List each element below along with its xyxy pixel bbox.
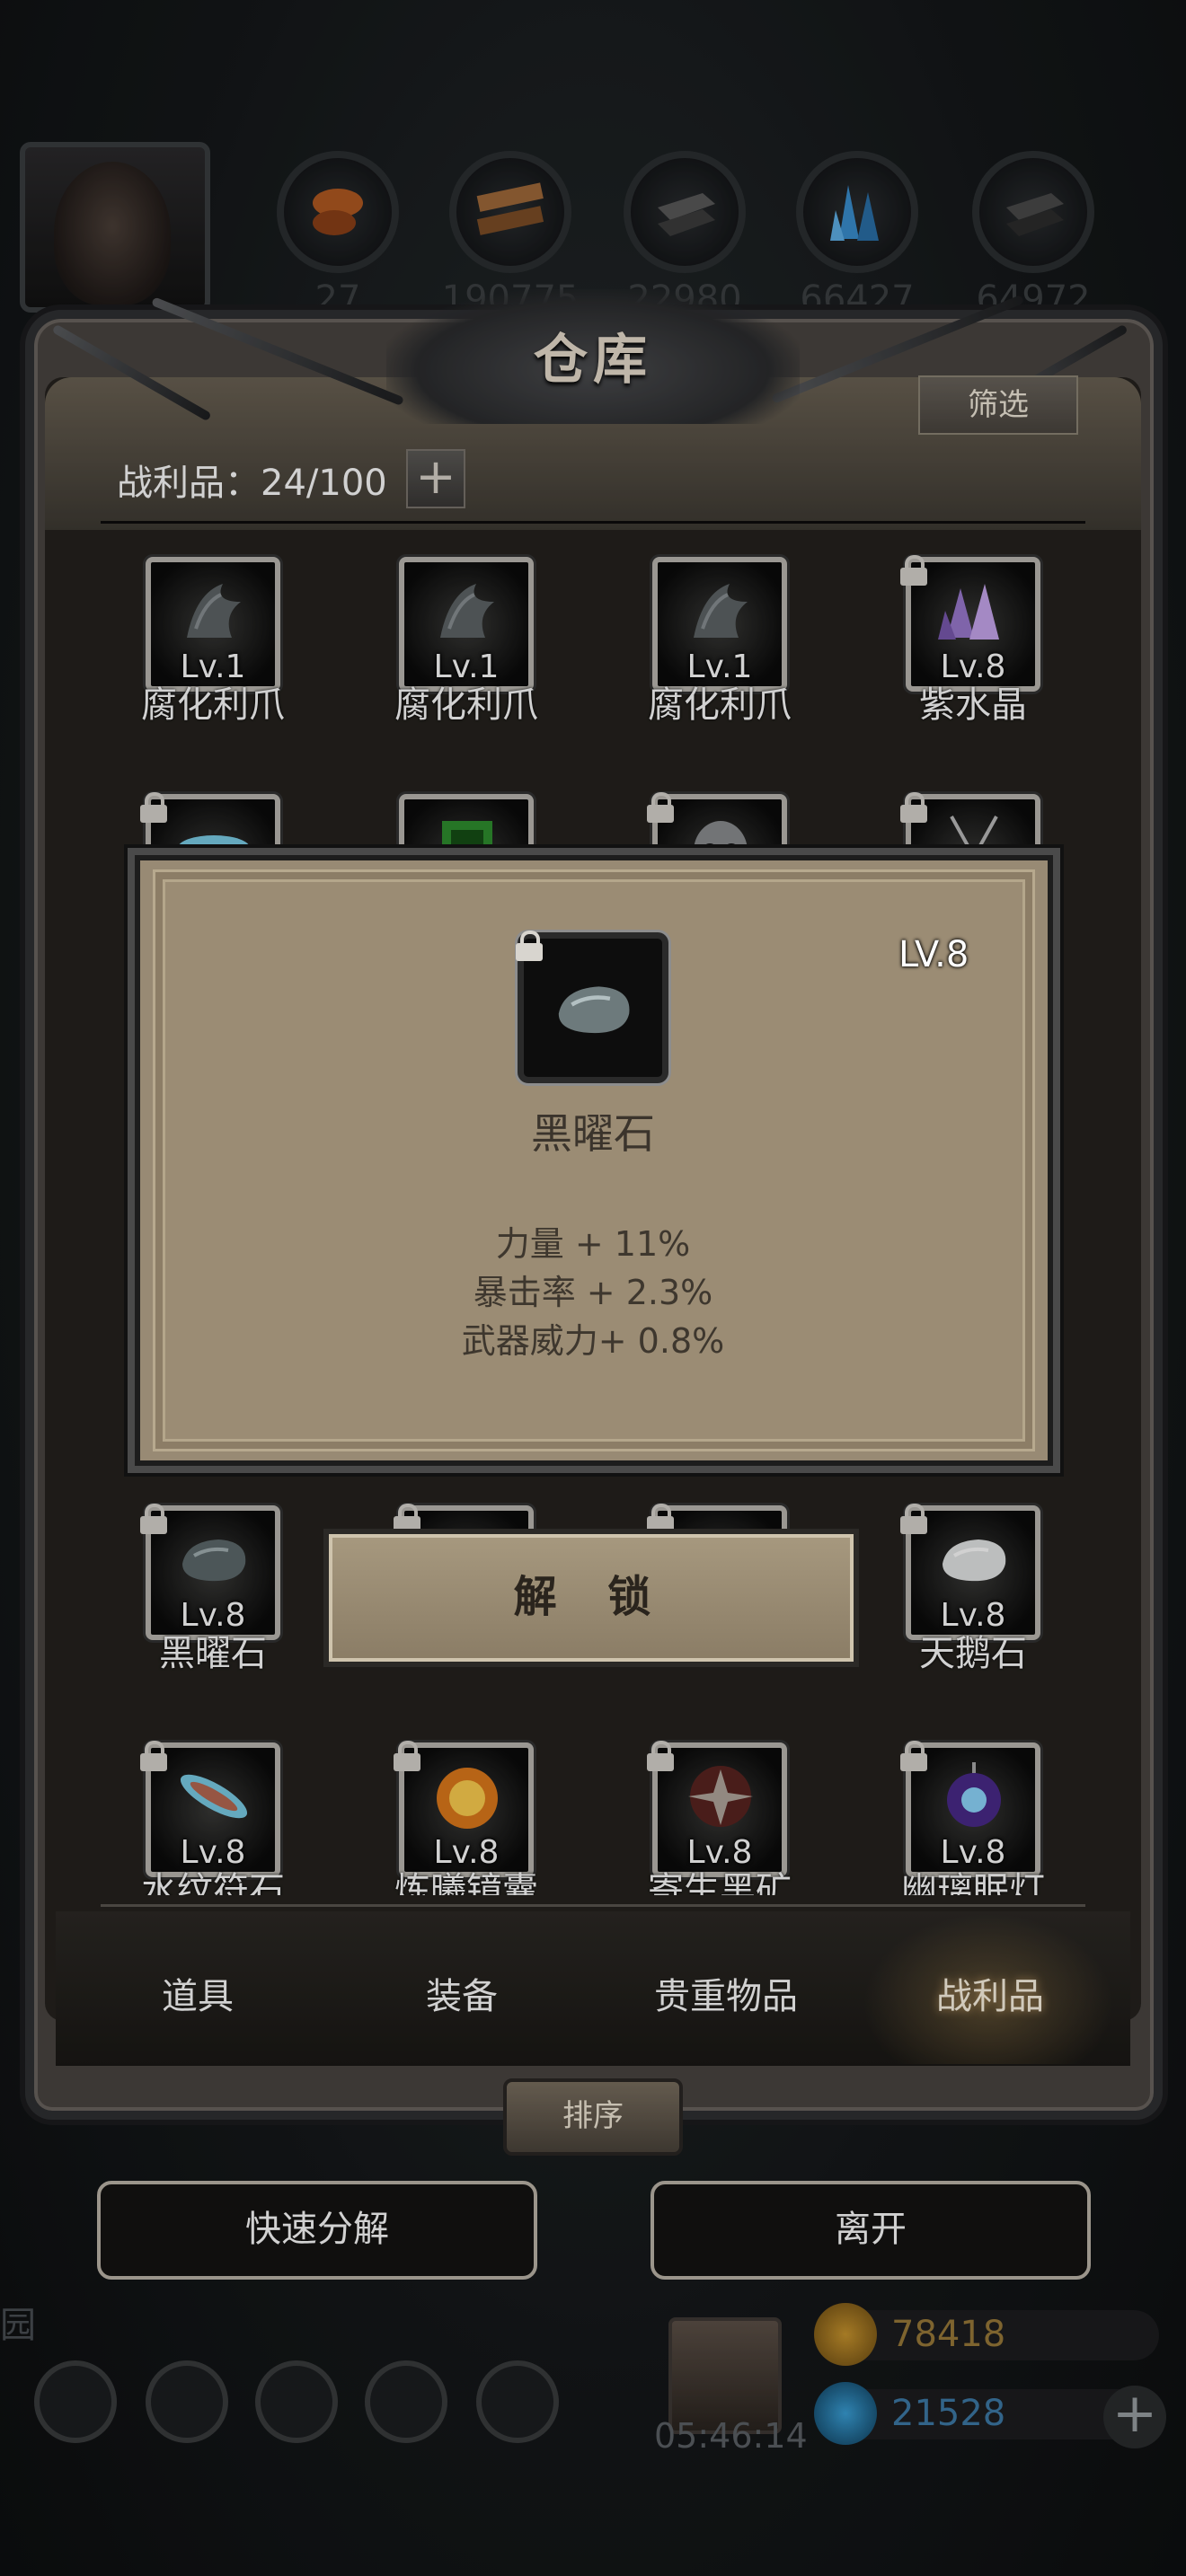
popup-item-level: LV.8: [898, 934, 969, 975]
popup-stat-strength: 力量 + 11%: [495, 1224, 691, 1264]
popup-item-name: 黑曜石: [531, 1109, 655, 1158]
popup-stat-crit: 暴击率 + 2.3%: [473, 1273, 713, 1312]
unlock-button[interactable]: 解 锁: [329, 1534, 854, 1662]
lock-icon: [516, 931, 543, 961]
obsidian-icon: [558, 986, 630, 1034]
popup-stat-weapon-power: 武器威力+ 0.8%: [461, 1321, 725, 1361]
